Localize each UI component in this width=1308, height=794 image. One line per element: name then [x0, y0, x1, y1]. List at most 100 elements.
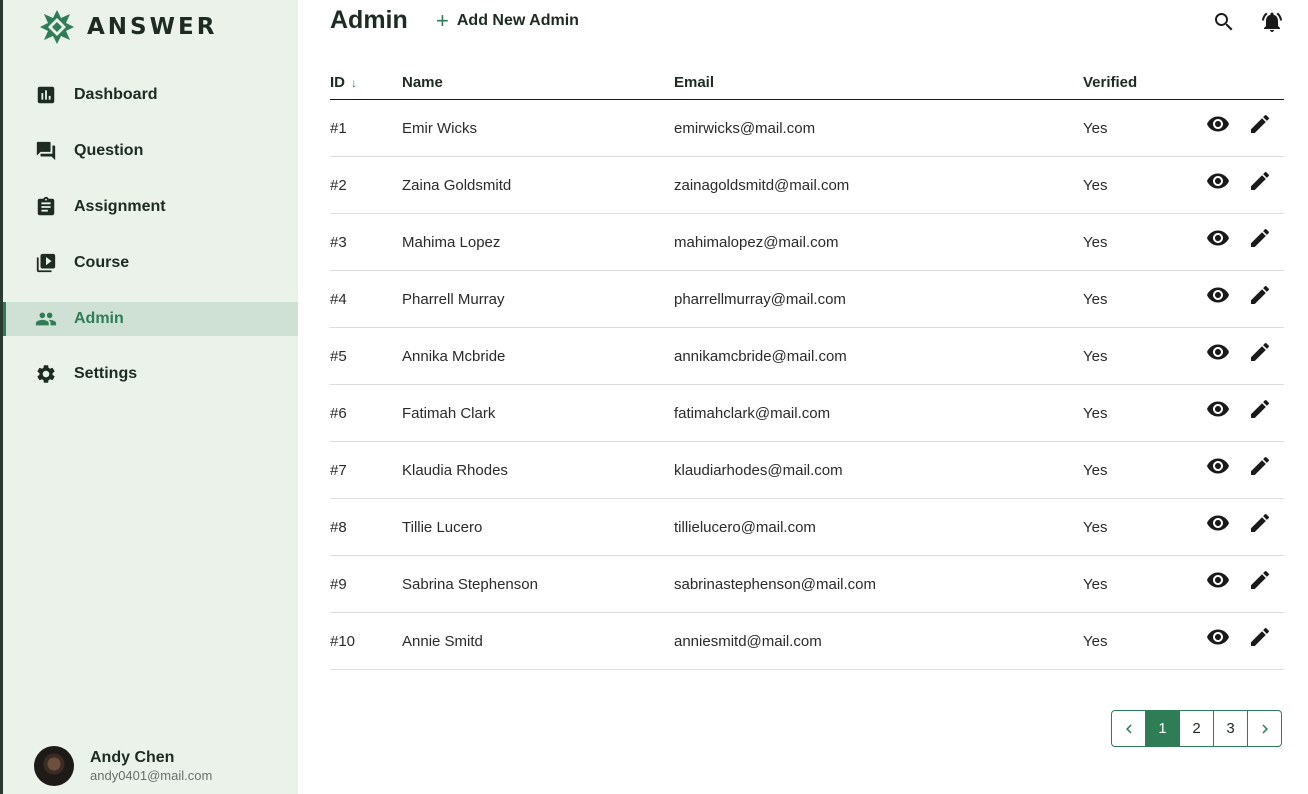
sidebar-item-course[interactable]: Course: [3, 246, 298, 280]
view-eye-icon[interactable]: [1206, 169, 1230, 193]
forum-icon: [35, 140, 57, 162]
table-row[interactable]: #7 Klaudia Rhodes klaudiarhodes@mail.com Ye…: [330, 442, 1284, 499]
cell-email: fatimahclark@mail.com: [674, 405, 831, 422]
cell-id: #7: [330, 462, 347, 479]
cell-name: Fatimah Clark: [402, 405, 496, 422]
app-logo[interactable]: ANSWER: [39, 9, 217, 45]
page-title: Admin: [330, 6, 408, 34]
view-eye-icon[interactable]: [1206, 226, 1230, 250]
cell-name: Annie Smitd: [402, 633, 483, 650]
cell-id: #4: [330, 291, 347, 308]
table-row[interactable]: #3 Mahima Lopez mahimalopez@mail.com Yes: [330, 214, 1284, 271]
video-library-icon: [35, 252, 57, 274]
cell-email: klaudiarhodes@mail.com: [674, 462, 843, 479]
table-row[interactable]: #1 Emir Wicks emirwicks@mail.com Yes: [330, 100, 1284, 157]
edit-pencil-icon[interactable]: [1248, 397, 1272, 421]
sidebar-item-dashboard[interactable]: Dashboard: [3, 78, 298, 112]
view-eye-icon[interactable]: [1206, 112, 1230, 136]
cell-name: Pharrell Murray: [402, 291, 505, 308]
view-eye-icon[interactable]: [1206, 568, 1230, 592]
cell-verified: Yes: [1083, 234, 1108, 251]
search-icon[interactable]: [1212, 10, 1236, 34]
edit-pencil-icon[interactable]: [1248, 340, 1272, 364]
edit-pencil-icon[interactable]: [1248, 568, 1272, 592]
cell-id: #6: [330, 405, 347, 422]
edit-pencil-icon[interactable]: [1248, 283, 1272, 307]
user-name: Andy Chen: [90, 749, 175, 766]
cell-verified: Yes: [1083, 519, 1108, 536]
table-row[interactable]: #2 Zaina Goldsmitd zainagoldsmitd@mail.com…: [330, 157, 1284, 214]
cell-name: Klaudia Rhodes: [402, 462, 508, 479]
gear-icon: [35, 363, 57, 385]
cell-verified: Yes: [1083, 120, 1108, 137]
logo-icon: [40, 10, 74, 44]
page-button-3[interactable]: 3: [1213, 710, 1248, 747]
cell-verified: Yes: [1083, 405, 1108, 422]
bell-icon[interactable]: [1260, 10, 1284, 34]
user-info: Andy Chen andy0401@mail.com: [90, 748, 212, 784]
sidebar-item-label: Settings: [74, 365, 138, 382]
cell-id: #3: [330, 234, 347, 251]
table-row[interactable]: #8 Tillie Lucero tillielucero@mail.com Yes: [330, 499, 1284, 556]
column-label: ID: [330, 74, 345, 91]
view-eye-icon[interactable]: [1206, 397, 1230, 421]
table-header: ID ↓ Name Email Verified: [330, 66, 1284, 100]
cell-verified: Yes: [1083, 633, 1108, 650]
cell-name: Annika Mcbride: [402, 348, 506, 365]
cell-verified: Yes: [1083, 576, 1108, 593]
edit-pencil-icon[interactable]: [1248, 511, 1272, 535]
view-eye-icon[interactable]: [1206, 283, 1230, 307]
sidebar-item-label: Question: [74, 142, 144, 159]
table-row[interactable]: #9 Sabrina Stephenson sabrinastephenson@ma…: [330, 556, 1284, 613]
edit-pencil-icon[interactable]: [1248, 112, 1272, 136]
sidebar-item-settings[interactable]: Settings: [3, 357, 298, 391]
page-button-1[interactable]: 1: [1145, 710, 1180, 747]
chevron-left-icon: [1125, 724, 1132, 733]
cell-id: #10: [330, 633, 356, 650]
cell-email: tillielucero@mail.com: [674, 519, 816, 536]
sidebar-item-label: Assignment: [74, 198, 166, 215]
clipboard-icon: [35, 196, 57, 218]
user-profile[interactable]: Andy Chen andy0401@mail.com: [34, 746, 212, 786]
cell-id: #2: [330, 177, 347, 194]
cell-name: Mahima Lopez: [402, 234, 501, 251]
sidebar-item-admin[interactable]: Admin: [3, 302, 298, 336]
edit-pencil-icon[interactable]: [1248, 226, 1272, 250]
user-email: andy0401@mail.com: [90, 768, 213, 783]
table-row[interactable]: #10 Annie Smitd anniesmitd@mail.com Yes: [330, 613, 1284, 670]
sidebar-item-label: Course: [74, 254, 130, 271]
table-row[interactable]: #5 Annika Mcbride annikamcbride@mail.com Ye…: [330, 328, 1284, 385]
add-new-admin-label: Add New Admin: [456, 12, 579, 29]
prev-page-button[interactable]: [1111, 710, 1146, 747]
add-new-admin-button[interactable]: + Add New Admin: [436, 10, 579, 32]
cell-name: Emir Wicks: [402, 120, 477, 137]
view-eye-icon[interactable]: [1206, 625, 1230, 649]
edit-pencil-icon[interactable]: [1248, 625, 1272, 649]
sidebar-item-question[interactable]: Question: [3, 134, 298, 168]
bar-chart-icon: [35, 84, 57, 106]
view-eye-icon[interactable]: [1206, 454, 1230, 478]
cell-id: #8: [330, 519, 347, 536]
view-eye-icon[interactable]: [1206, 340, 1230, 364]
edit-pencil-icon[interactable]: [1248, 454, 1272, 478]
people-icon: [35, 308, 57, 330]
chevron-right-icon: [1261, 724, 1268, 733]
next-page-button[interactable]: [1247, 710, 1282, 747]
page-button-2[interactable]: 2: [1179, 710, 1214, 747]
cell-id: #1: [330, 120, 347, 137]
sidebar: ANSWER Dashboard Question Assignment Cou…: [0, 0, 298, 794]
table-row[interactable]: #6 Fatimah Clark fatimahclark@mail.com Yes: [330, 385, 1284, 442]
edit-pencil-icon[interactable]: [1248, 169, 1272, 193]
sidebar-item-assignment[interactable]: Assignment: [3, 190, 298, 224]
table-row[interactable]: #4 Pharrell Murray pharrellmurray@mail.com…: [330, 271, 1284, 328]
column-header-name[interactable]: Name: [402, 74, 443, 91]
column-header-verified[interactable]: Verified: [1083, 74, 1137, 91]
column-header-id[interactable]: ID ↓: [330, 74, 357, 91]
cell-verified: Yes: [1083, 348, 1108, 365]
column-header-email[interactable]: Email: [674, 74, 714, 91]
avatar: [34, 746, 74, 786]
cell-email: sabrinastephenson@mail.com: [674, 576, 876, 593]
view-eye-icon[interactable]: [1206, 511, 1230, 535]
cell-verified: Yes: [1083, 291, 1108, 308]
cell-email: annikamcbride@mail.com: [674, 348, 847, 365]
